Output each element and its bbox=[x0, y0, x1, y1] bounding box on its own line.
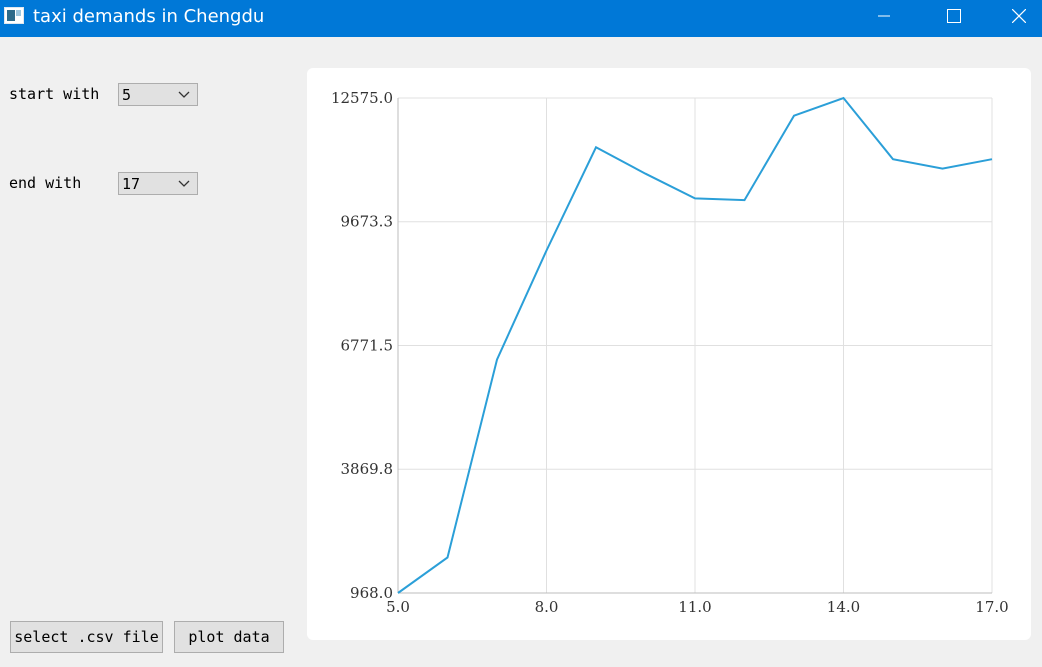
end-with-combobox[interactable]: 17 bbox=[118, 172, 198, 195]
chart-ticks: 5.0 8.0 11.0 14.0 17.0968.03869.86771.59673.… bbox=[331, 89, 1009, 616]
title-bar: taxi demands in Chengdu bbox=[0, 0, 1042, 37]
end-with-label: end with bbox=[9, 174, 82, 192]
start-with-value: 5 bbox=[122, 86, 132, 104]
x-tick-label-1: 8.0 bbox=[535, 598, 559, 616]
chevron-down-icon bbox=[178, 180, 190, 187]
plot-data-button[interactable]: plot data bbox=[174, 621, 284, 653]
start-with-combobox[interactable]: 5 bbox=[118, 83, 198, 106]
select-csv-button[interactable]: select .csv file bbox=[10, 621, 163, 653]
y-tick-label-4: 12575.0 bbox=[331, 89, 393, 107]
x-tick-label-3: 14.0 bbox=[827, 598, 860, 616]
minimize-button[interactable] bbox=[861, 0, 907, 32]
minimize-icon bbox=[878, 15, 890, 17]
close-icon bbox=[1012, 9, 1026, 23]
chart-grid bbox=[397, 97, 993, 594]
window-title: taxi demands in Chengdu bbox=[33, 6, 265, 27]
x-tick-label-4: 17.0 bbox=[975, 598, 1008, 616]
close-button[interactable] bbox=[996, 0, 1042, 32]
chevron-down-icon bbox=[178, 91, 190, 98]
x-tick-label-2: 11.0 bbox=[678, 598, 711, 616]
maximize-icon bbox=[947, 9, 961, 23]
chart-panel: 5.0 8.0 11.0 14.0 17.0 968.0 3869.8 6771.5 9673.… bbox=[307, 68, 1031, 640]
y-tick-label-0: 968.0 bbox=[350, 584, 393, 602]
y-tick-label-1: 3869.8 bbox=[341, 460, 394, 478]
line-chart: 5.0 8.0 11.0 14.0 17.0968.03869.86771.59673.… bbox=[331, 89, 1009, 616]
maximize-button[interactable] bbox=[931, 0, 977, 32]
end-with-value: 17 bbox=[122, 175, 141, 193]
app-icon bbox=[4, 7, 24, 24]
start-with-label: start with bbox=[9, 85, 100, 103]
y-tick-label-3: 9673.3 bbox=[341, 213, 394, 231]
y-tick-label-2: 6771.5 bbox=[341, 337, 394, 355]
